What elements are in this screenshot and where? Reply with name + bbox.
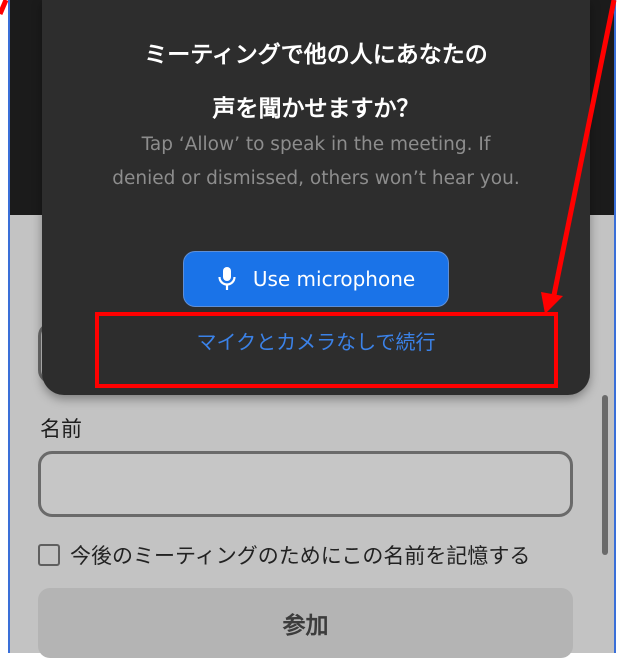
name-input[interactable] bbox=[38, 451, 573, 517]
use-microphone-label: Use microphone bbox=[252, 267, 416, 291]
remember-name-row[interactable]: 今後のミーティングのためにこの名前を記憶する bbox=[38, 540, 530, 570]
frame-border-right bbox=[614, 0, 616, 653]
scrollbar[interactable] bbox=[602, 395, 608, 555]
use-microphone-button[interactable]: Use microphone bbox=[183, 251, 449, 307]
name-label: 名前 bbox=[40, 417, 82, 441]
checkbox-icon[interactable] bbox=[38, 544, 60, 566]
annotation-highlight-box bbox=[95, 312, 558, 388]
annotation-arrow-left-stub bbox=[0, 0, 9, 15]
join-button[interactable]: 参加 bbox=[38, 588, 573, 658]
microphone-icon bbox=[218, 267, 236, 290]
dialog-body-text: Tap ‘Allow’ to speak in the meeting. If … bbox=[112, 134, 520, 189]
dialog-title: ミーティングで他の人にあなたの 声を聞かせますか？ bbox=[42, 28, 590, 136]
remember-name-label: 今後のミーティングのためにこの名前を記憶する bbox=[70, 544, 531, 568]
dialog-title-line1: ミーティングで他の人にあなたの bbox=[144, 42, 488, 68]
